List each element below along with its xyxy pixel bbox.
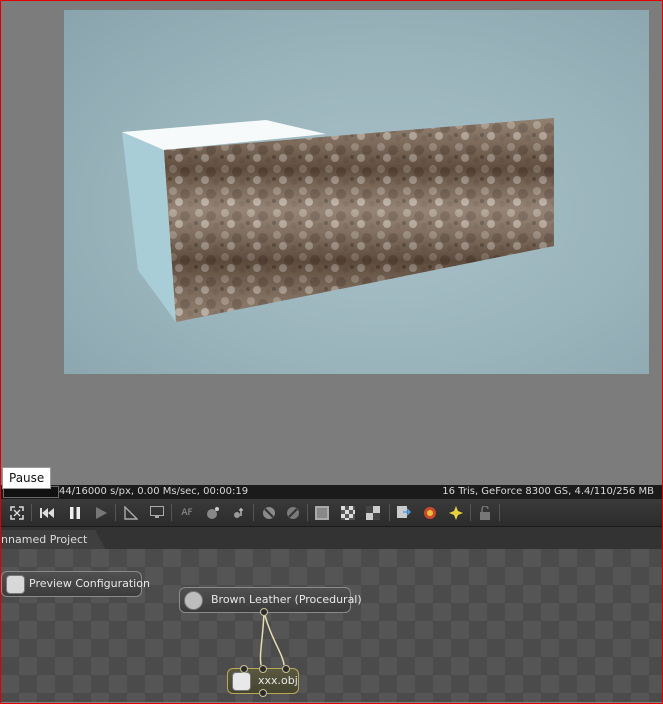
tab-unnamed-project[interactable]: Unnamed Project (0, 530, 105, 549)
viewport-area (1, 1, 662, 485)
material-output-port[interactable] (260, 608, 268, 616)
toolbar-separator (307, 504, 308, 521)
status-right-text: 16 Tris, GeForce 8300 GS, 4.4/110/256 MB (442, 486, 654, 497)
preview-configuration-node[interactable]: Preview Configuration (1, 571, 150, 597)
preview-configuration-icon (6, 575, 25, 594)
node-graph[interactable]: Preview Configuration Brown Leather (Pro… (1, 549, 662, 702)
rendered-box (122, 118, 554, 322)
status-bar: 44/16000 s/px, 0.00 Ms/sec, 00:00:19 16 … (1, 485, 662, 499)
toolbar-separator (389, 504, 390, 521)
brown-leather-node[interactable]: Brown Leather (Procedural) (179, 587, 362, 616)
pause-icon[interactable] (65, 503, 85, 522)
preview-configuration-label: Preview Configuration (29, 577, 150, 590)
status-left-text: 44/16000 s/px, 0.00 Ms/sec, 00:00:19 (59, 486, 249, 497)
object-icon (232, 672, 251, 691)
object-output-port[interactable] (259, 689, 267, 697)
sphere-alt-icon[interactable] (283, 503, 303, 522)
af-icon[interactable]: AF (177, 503, 197, 522)
object-input-port[interactable] (259, 665, 267, 673)
play-icon[interactable] (91, 503, 111, 522)
lighting-icon[interactable] (203, 503, 223, 522)
ruler-icon[interactable] (121, 503, 141, 522)
solid-fill-icon[interactable] (312, 503, 332, 522)
fit-view-icon[interactable] (7, 503, 27, 522)
toolbar-separator (115, 504, 116, 521)
monitor-icon[interactable] (147, 503, 167, 522)
brown-leather-label: Brown Leather (Procedural) (211, 593, 362, 606)
xxx-obj-node[interactable]: xxx.obj (227, 665, 299, 697)
toolbar-separator (470, 504, 471, 521)
object-input-port[interactable] (240, 665, 248, 673)
render-icon[interactable] (420, 503, 440, 522)
checker-icon[interactable] (338, 503, 358, 522)
tab-strip: Unnamed Project (1, 527, 662, 550)
effects-icon[interactable] (446, 503, 466, 522)
toolbar: AF (1, 499, 662, 527)
toolbar-separator (499, 504, 500, 521)
checker-alt-icon[interactable] (363, 503, 383, 522)
toolbar-separator (253, 504, 254, 521)
sphere-icon[interactable] (259, 503, 279, 522)
render-viewport[interactable] (64, 10, 649, 374)
rewind-icon[interactable] (37, 503, 57, 522)
lock-icon[interactable] (475, 503, 495, 522)
toolbar-separator (31, 504, 32, 521)
export-icon[interactable] (394, 503, 414, 522)
pause-tooltip: Pause (2, 467, 52, 489)
light-probe-icon[interactable] (229, 503, 249, 522)
toolbar-separator (171, 504, 172, 521)
material-icon (184, 591, 203, 610)
object-input-port[interactable] (282, 665, 290, 673)
